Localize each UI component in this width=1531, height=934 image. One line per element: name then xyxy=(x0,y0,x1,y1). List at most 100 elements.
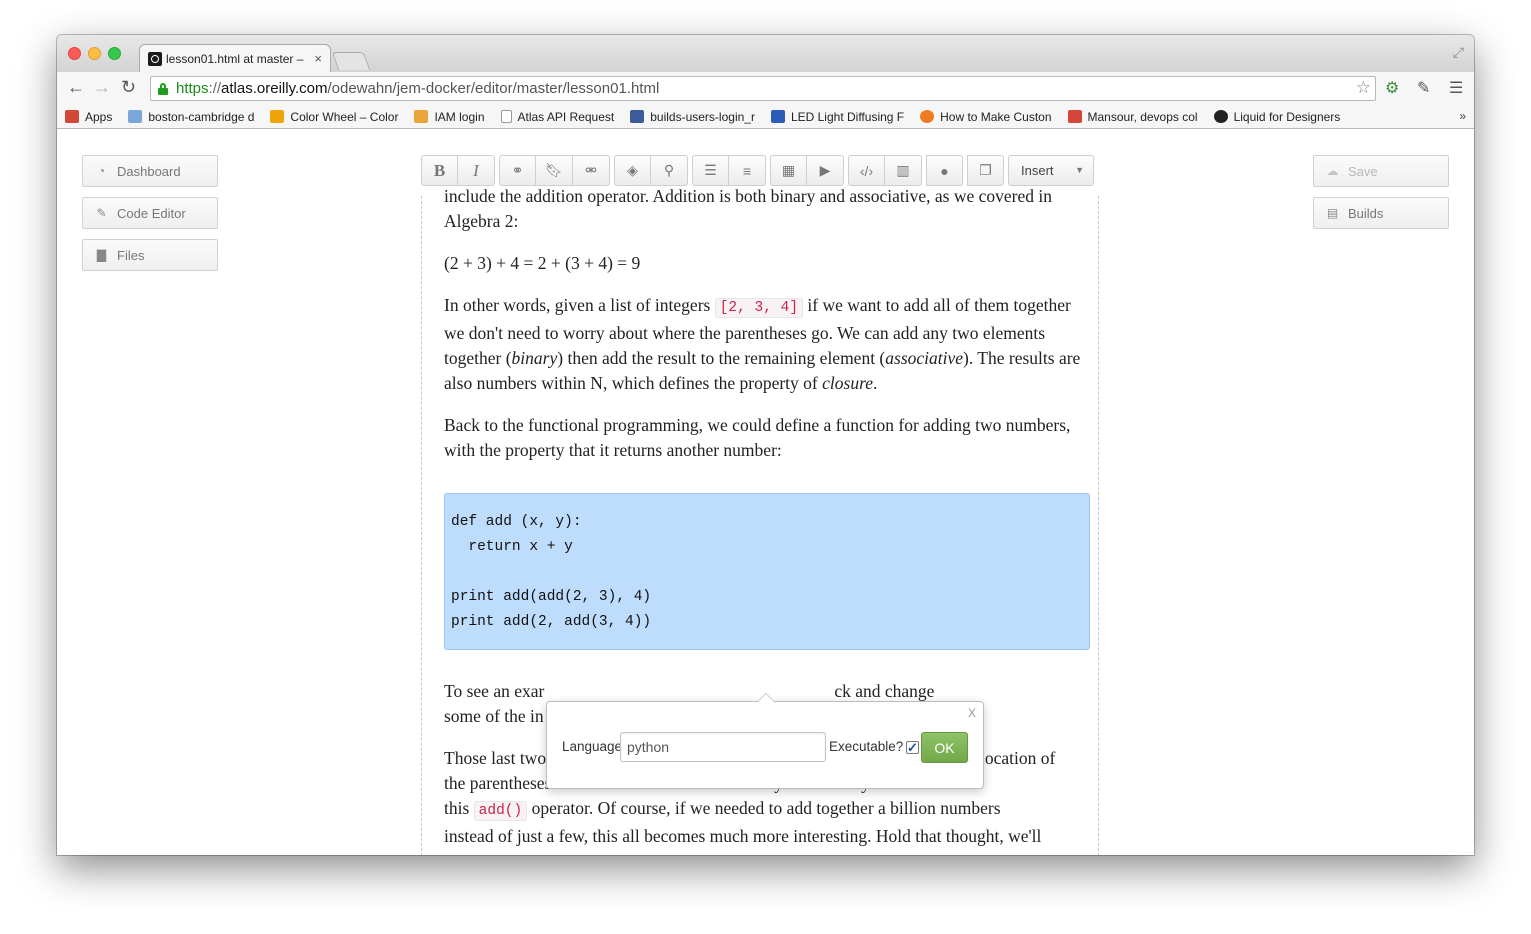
url-host: atlas.oreilly.com xyxy=(221,80,328,97)
bookmark-item[interactable]: Apps xyxy=(65,110,112,124)
code-icon[interactable]: ‹/› xyxy=(848,155,885,186)
insert-dropdown[interactable]: Insert ▼ xyxy=(1008,155,1094,186)
forward-arrow-icon[interactable]: → xyxy=(93,77,111,98)
unordered-list-icon[interactable]: ≡ xyxy=(729,155,766,186)
language-label: Language xyxy=(562,739,623,754)
bookmark-item[interactable]: Mansour, devops col xyxy=(1067,109,1198,124)
menu-icon[interactable]: ☰ xyxy=(1449,78,1463,98)
bookmark-item[interactable]: LED Light Diffusing F xyxy=(770,109,905,124)
document-body[interactable]: include the addition operator. Addition … xyxy=(444,184,1092,480)
language-input[interactable] xyxy=(620,732,826,762)
folder-icon xyxy=(128,110,143,123)
bookmark-label: boston-cambridge d xyxy=(148,109,255,124)
unlink-icon[interactable]: ⚮ xyxy=(573,155,610,186)
code-editor-button[interactable]: ✎ Code Editor xyxy=(82,197,218,229)
files-icon: ▇ xyxy=(96,247,107,262)
tag-icon[interactable]: ◈ xyxy=(614,155,651,186)
inline-code-add: add() xyxy=(473,801,528,821)
bookmark-label: How to Make Custon xyxy=(940,109,1052,124)
bookmark-item[interactable]: Color Wheel – Color xyxy=(270,110,398,124)
close-window-button[interactable] xyxy=(68,47,81,60)
bookmark-icon[interactable]: 🔖︎ xyxy=(536,155,573,186)
inline-code-list: [2, 3, 4] xyxy=(714,298,804,318)
maximize-window-button[interactable] xyxy=(108,47,121,60)
fullscreen-icon[interactable]: ⤢ xyxy=(1453,44,1464,61)
table-icon[interactable]: ▦ xyxy=(770,155,807,186)
bookmark-item[interactable]: IAM login xyxy=(414,109,485,124)
reload-icon[interactable]: ↻ xyxy=(121,77,136,98)
paragraph-1: include the addition operator. Addition … xyxy=(444,186,1052,231)
apps-grid-icon xyxy=(65,110,79,123)
builds-button[interactable]: ▤ Builds xyxy=(1313,197,1449,229)
address-bar[interactable]: https://atlas.oreilly.com/odewahn/jem-do… xyxy=(150,76,1376,101)
insert-label: Insert xyxy=(1021,163,1054,178)
back-arrow-icon[interactable]: ← xyxy=(67,77,85,98)
wrench-icon[interactable]: ✎ xyxy=(1417,78,1430,98)
color-wheel-icon xyxy=(270,110,285,123)
bookmark-label: Color Wheel – Color xyxy=(290,109,399,124)
bookmark-item[interactable]: builds-users-login_r xyxy=(630,110,755,124)
caret-down-icon: ▼ xyxy=(1075,165,1084,175)
bold-button[interactable]: B xyxy=(421,155,458,186)
popover-close-button[interactable]: x xyxy=(968,704,976,722)
browser-toolbar: ← → ↻ https://atlas.oreilly.com/odewahn/… xyxy=(57,72,1474,105)
copy-icon[interactable]: ❐ xyxy=(967,155,1004,186)
extension-icon[interactable]: ⚙ xyxy=(1385,78,1399,98)
italic-button[interactable]: I xyxy=(458,155,495,186)
builds-icon: ▤ xyxy=(1326,205,1339,220)
grid-icon xyxy=(630,110,645,123)
calculator-icon[interactable]: ▥ xyxy=(885,155,922,186)
bookmark-label: LED Light Diffusing F xyxy=(790,109,905,124)
save-label: Save xyxy=(1348,163,1378,179)
pencil-icon: ✎ xyxy=(96,205,107,220)
shield-icon xyxy=(770,110,785,123)
url-scheme: https xyxy=(176,80,209,97)
files-label: Files xyxy=(117,247,145,263)
comment-icon[interactable]: ● xyxy=(926,155,963,186)
ok-button[interactable]: OK xyxy=(921,732,968,763)
executable-label: Executable? xyxy=(829,739,904,754)
save-button[interactable]: ☁ Save xyxy=(1313,155,1449,187)
code-language-popover: x Language Executable? ✓ OK xyxy=(546,693,984,789)
builds-label: Builds xyxy=(1348,205,1384,221)
bookmark-item[interactable]: boston-cambridge d xyxy=(128,110,254,124)
gmail-icon xyxy=(1067,110,1082,123)
bookmark-label: builds-users-login_r xyxy=(650,109,755,124)
url-separator: :// xyxy=(208,80,222,97)
files-button[interactable]: ▇ Files xyxy=(82,239,218,271)
bookmark-label: Atlas API Request xyxy=(517,109,615,124)
bookmark-star-icon[interactable]: ☆ xyxy=(1356,78,1371,98)
dashboard-icon: ◔ xyxy=(97,163,106,178)
bookmark-item[interactable]: How to Make Custon xyxy=(920,109,1052,124)
dashboard-label: Dashboard xyxy=(117,163,181,179)
pin-icon[interactable]: ⚲ xyxy=(651,155,688,186)
ordered-list-icon[interactable]: ☰ xyxy=(692,155,729,186)
bookmarks-overflow-button[interactable]: » xyxy=(1459,109,1466,123)
github-icon xyxy=(1213,110,1228,123)
page-content: ◔ Dashboard ✎ Code Editor ▇ Files ☁ Save… xyxy=(57,130,1474,855)
lock-icon xyxy=(157,82,169,95)
paragraph-4: Back to the functional programming, we c… xyxy=(444,415,1071,460)
tab-close-button[interactable]: × xyxy=(314,51,322,66)
cube-icon xyxy=(414,110,429,123)
minimize-window-button[interactable] xyxy=(88,47,101,60)
bookmark-label: Mansour, devops col xyxy=(1087,109,1198,124)
browser-window: lesson01.html at master – × ⤢ ← → ↻ http… xyxy=(57,35,1474,855)
bookmark-item[interactable]: Liquid for Designers xyxy=(1213,109,1341,124)
page-icon xyxy=(500,110,512,123)
bookmark-label: Liquid for Designers xyxy=(1233,109,1341,124)
code-block[interactable]: def add (x, y): return x + y print add(a… xyxy=(444,493,1090,650)
dashboard-button[interactable]: ◔ Dashboard xyxy=(82,155,218,187)
bookmarks-bar: Apps boston-cambridge d Color Wheel – Colo… xyxy=(57,105,1474,129)
code-editor-label: Code Editor xyxy=(117,205,186,221)
tab-title: lesson01.html at master – xyxy=(166,51,304,66)
link-icon[interactable]: ⚭ xyxy=(499,155,536,186)
browser-tab[interactable]: lesson01.html at master – × xyxy=(139,44,331,72)
video-icon[interactable]: ▶ xyxy=(807,155,844,186)
bookmark-label: IAM login xyxy=(434,109,485,124)
title-bar: lesson01.html at master – × ⤢ xyxy=(57,35,1474,72)
instructables-icon xyxy=(920,110,935,123)
new-tab-button[interactable] xyxy=(331,52,371,70)
bookmark-item[interactable]: Atlas API Request xyxy=(500,109,615,124)
executable-checkbox[interactable]: ✓ xyxy=(906,741,919,754)
